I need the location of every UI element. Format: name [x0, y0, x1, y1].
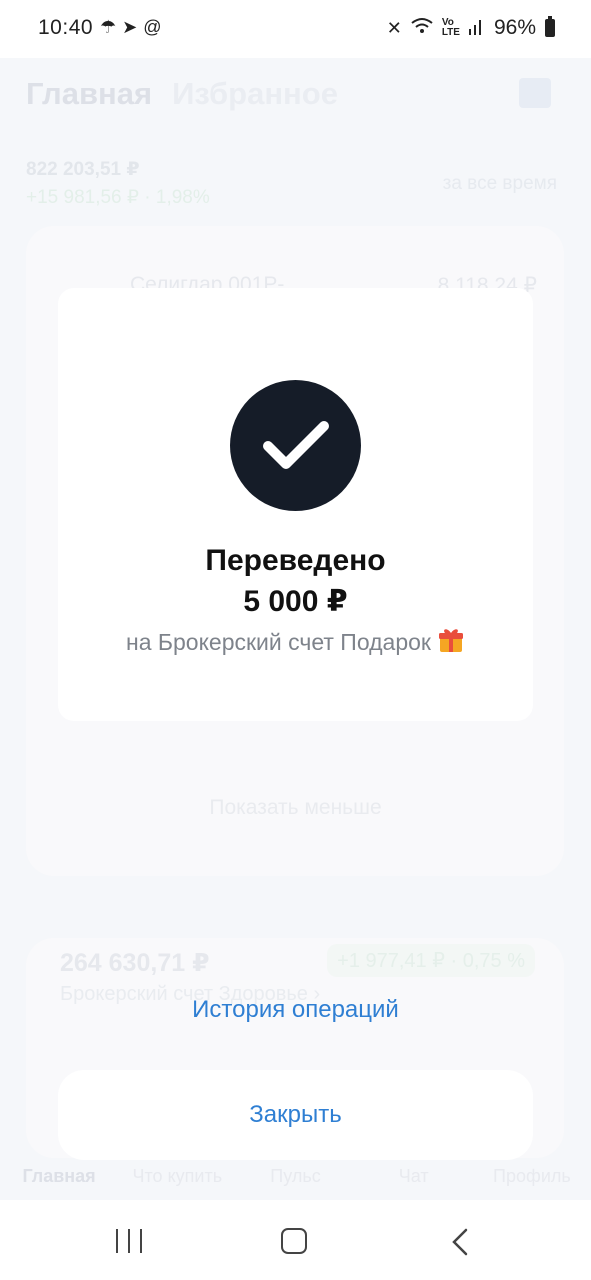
signal-icon — [468, 17, 485, 40]
status-time: 10:40 — [38, 16, 94, 39]
volte-icon: Vo LTE — [441, 17, 460, 38]
at-icon: @ — [143, 17, 162, 37]
transfer-success-dialog: Переведено 5 000 ₽ на Брокерский счет По… — [58, 288, 533, 721]
status-right-icons: ✕ Vo LTE 96% — [387, 16, 555, 40]
status-bar: 10:40 ☂ ➤ @ ✕ Vo LTE 96% — [0, 0, 591, 58]
battery-percent: 96% — [493, 16, 536, 39]
transfer-amount: 5 000 ₽ — [243, 585, 348, 618]
battery-icon — [545, 16, 555, 37]
umbrella-icon: ☂ — [100, 17, 117, 37]
telegram-icon: ➤ — [122, 17, 138, 37]
back-icon[interactable] — [450, 1228, 470, 1256]
success-check-icon — [230, 380, 361, 511]
dialog-title: Переведено — [205, 544, 386, 577]
operations-history-link[interactable]: История операций — [0, 996, 591, 1024]
recents-icon[interactable] — [116, 1229, 142, 1253]
home-icon[interactable] — [281, 1228, 307, 1254]
system-nav-bar — [0, 1200, 591, 1280]
status-left-icons: ☂ ➤ @ — [100, 16, 162, 38]
gift-icon — [437, 626, 465, 652]
close-button[interactable]: Закрыть — [58, 1070, 533, 1160]
wifi-icon — [411, 17, 433, 40]
transfer-destination: на Брокерский счет Подарок — [58, 626, 533, 656]
destination-label: на Брокерский счет Подарок — [126, 629, 431, 655]
mute-icon: ✕ — [386, 18, 402, 38]
